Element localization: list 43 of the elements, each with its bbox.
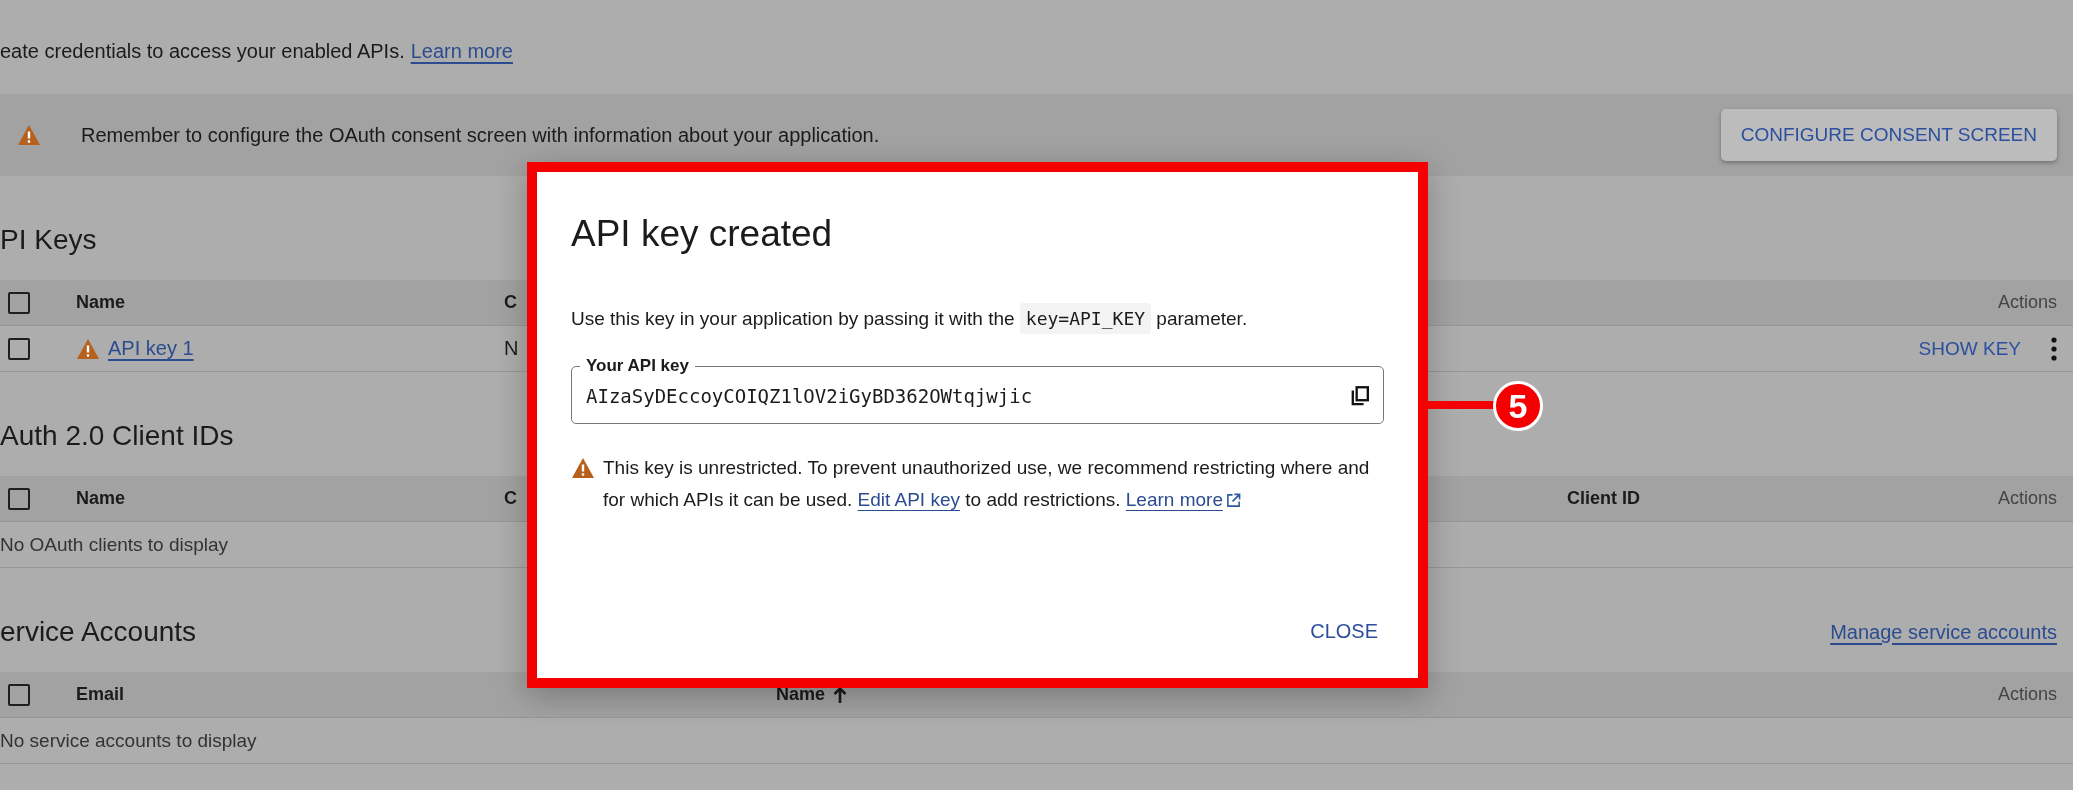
section-title: PI Keys — [0, 223, 97, 257]
column-header: Actions — [1997, 684, 2057, 705]
checkbox[interactable] — [8, 291, 30, 314]
field-label: Your API key — [585, 356, 690, 376]
callout-badge: 5 — [1493, 381, 1543, 431]
section-title: ervice Accounts — [0, 615, 197, 649]
more-options-icon[interactable] — [2051, 336, 2057, 361]
sort-arrow-icon[interactable] — [833, 685, 848, 704]
warning-text: This key is unrestricted. To prevent unauthorized use, we recommend restricting where and for which APIs it can be used. Edit API key to add restrictions. Learn more — [603, 456, 1371, 512]
column-header: Client ID — [1567, 488, 1640, 509]
api-key-field-outline[interactable]: Your API key AIzaSyDEccoyCOIQZ1lOV2iGyBD362OWtqjwjic — [571, 356, 1384, 424]
column-header: Actions — [1997, 292, 2057, 313]
banner-message: Remember to configure the OAuth consent screen with information about your application. — [81, 123, 881, 147]
configure-consent-button[interactable]: CONFIGURE CONSENT SCREEN — [1720, 109, 2057, 161]
learn-more-link[interactable]: Learn more — [1125, 489, 1241, 510]
section-title: Auth 2.0 Client IDs — [0, 419, 234, 453]
checkbox[interactable] — [8, 683, 30, 706]
column-header: C — [504, 488, 517, 509]
manage-service-accounts-link[interactable]: Manage service accounts — [1830, 620, 2057, 644]
column-header: Name — [76, 488, 126, 509]
external-link-icon — [1225, 493, 1241, 508]
dialog-title: API key created — [571, 212, 834, 256]
copy-icon[interactable] — [1351, 385, 1369, 406]
api-key-link[interactable]: API key 1 — [108, 337, 194, 360]
empty-message: No service accounts to display — [0, 729, 257, 752]
api-key-field[interactable]: AIzaSyDEccoyCOIQZ1lOV2iGyBD362OWtqjwjic — [586, 384, 1351, 407]
warning-icon — [571, 457, 595, 479]
warning-icon — [76, 337, 100, 360]
column-header: Actions — [1997, 488, 2057, 509]
empty-message: No OAuth clients to display — [0, 533, 229, 556]
learn-more-link[interactable]: Learn more — [410, 40, 513, 63]
instruction-text: Use this key in your application by passing it with the key=API_KEY parameter. — [571, 302, 1384, 336]
column-header: Email — [76, 684, 125, 705]
checkbox[interactable] — [8, 487, 30, 510]
column-header: Name — [776, 684, 826, 705]
edit-api-key-link[interactable]: Edit API key — [857, 489, 960, 510]
checkbox[interactable] — [8, 337, 30, 360]
warning-icon — [17, 124, 41, 146]
column-header: C — [504, 292, 517, 313]
close-button[interactable]: CLOSE — [1304, 616, 1384, 647]
column-header: Name — [76, 292, 126, 313]
table-cell: N — [504, 337, 519, 360]
intro-text: eate credentials to access your enabled APIs. — [0, 40, 405, 63]
